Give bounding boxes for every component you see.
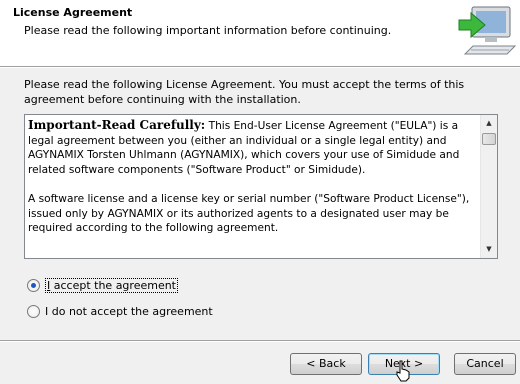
decline-radio[interactable] <box>27 304 40 318</box>
decline-label[interactable]: I do not accept the agreement <box>45 305 213 318</box>
license-paragraph-1: Important-Read Carefully: This End-User … <box>28 118 480 177</box>
decline-option[interactable]: I do not accept the agreement <box>27 303 213 319</box>
cancel-button[interactable]: Cancel <box>454 353 516 375</box>
instruction-text: Please read the following License Agreem… <box>24 78 465 106</box>
page-title: License Agreement <box>13 6 133 19</box>
scroll-thumb[interactable] <box>482 133 496 145</box>
back-button[interactable]: < Back <box>290 353 362 375</box>
accept-radio[interactable] <box>27 278 40 292</box>
wizard-header: License Agreement Please read the follow… <box>0 0 520 67</box>
license-heading: Important-Read Carefully: <box>28 118 206 132</box>
scroll-down-arrow-icon[interactable]: ▼ <box>481 241 497 258</box>
license-textbox[interactable]: Important-Read Carefully: This End-User … <box>24 114 498 259</box>
footer-divider <box>0 340 520 342</box>
scroll-up-arrow-icon[interactable]: ▲ <box>481 115 497 132</box>
accept-label-text: accept the agreement <box>50 278 176 292</box>
page-subtitle: Please read the following important info… <box>24 24 392 37</box>
license-paragraph-2: A software license and a license key or … <box>28 192 470 235</box>
license-text: Important-Read Carefully: This End-User … <box>28 118 480 255</box>
accept-label[interactable]: I accept the agreement <box>45 277 178 293</box>
vertical-scrollbar[interactable]: ▲ ▼ <box>480 115 497 258</box>
computer-install-icon <box>458 6 517 55</box>
header-separator <box>0 67 520 68</box>
accept-option[interactable]: I accept the agreement <box>27 277 178 293</box>
mouse-pointer-icon <box>396 360 410 382</box>
